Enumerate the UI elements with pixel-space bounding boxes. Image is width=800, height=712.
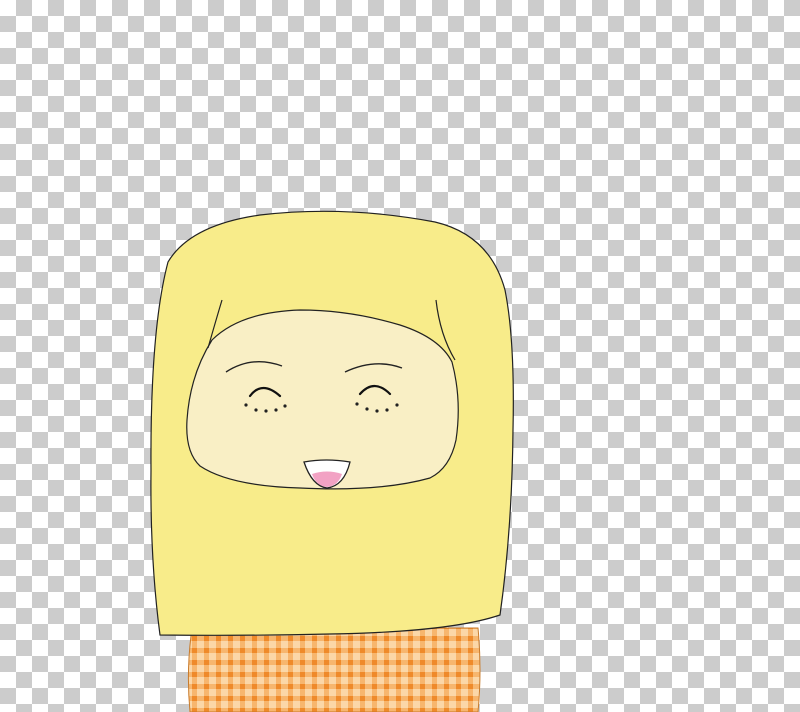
gingham-shirt [187, 627, 481, 712]
cartoon-figure [150, 210, 514, 712]
